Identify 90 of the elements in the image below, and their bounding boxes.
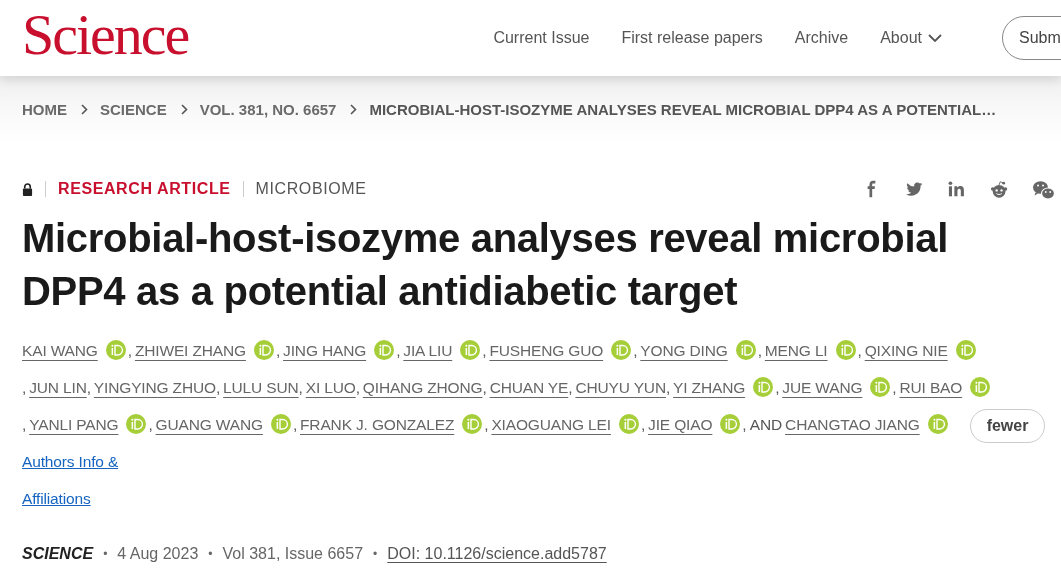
author-link[interactable]: XIAOGUANG LEI [491,416,611,433]
author-separator: , [22,416,27,433]
author-separator: , [484,416,489,433]
authors-info-link[interactable]: Authors Info & Affiliations [22,443,132,517]
author-separator: , [640,416,646,433]
author-link[interactable]: CHUYU YUN [575,379,666,396]
fewer-button[interactable]: fewer [969,408,1046,443]
volume-issue: Vol 381, Issue 6657 [222,545,364,563]
author-separator: , [355,379,360,396]
bullet-separator: • [103,547,108,561]
orcid-icon[interactable] [460,340,481,360]
doi-link[interactable]: DOI: 10.1126/science.add5787 [387,545,607,563]
reddit-icon[interactable] [990,179,1010,199]
author-link[interactable]: JIE QIAO [648,416,713,433]
author-link[interactable]: JUN LIN [29,379,87,396]
orcid-icon[interactable] [735,340,756,360]
bullet-separator: • [373,547,378,561]
subject-link[interactable]: MICROBIOME [255,180,367,198]
nav-link[interactable]: First release papers [621,29,763,47]
author-separator: , [215,379,221,396]
author-separator: , [22,379,27,396]
orcid-icon[interactable] [955,340,976,360]
author-link[interactable]: QIHANG ZHONG [362,379,483,396]
author-separator: , [275,342,281,359]
orcid-icon[interactable] [105,340,126,360]
author-separator: , [86,379,91,396]
author-separator: , [482,379,487,396]
author-separator: , [127,342,132,359]
author-link[interactable]: QIXING NIE [864,342,948,359]
publication-date: 4 Aug 2023 [117,545,199,563]
author-separator: , [298,379,303,396]
orcid-icon[interactable] [927,414,948,434]
author-link[interactable]: MENG LI [764,342,828,359]
chevron-right-icon [350,103,358,115]
author-link[interactable]: JING HANG [283,342,367,359]
submit-button[interactable]: Subm [1002,16,1061,60]
author-separator: , [633,342,638,359]
author-link[interactable]: JUE WANG [782,379,863,396]
orcid-icon[interactable] [611,340,632,360]
orcid-icon[interactable] [870,377,891,397]
author-link[interactable]: FRANK J. GONZALEZ [300,416,455,433]
author-link[interactable]: YI ZHANG [673,379,746,396]
orcid-icon[interactable] [374,340,395,360]
author-link[interactable]: CHANGTAO JIANG [785,416,920,433]
author-separator: , [857,342,862,359]
chevron-right-icon [180,103,188,115]
author-link[interactable]: YANLI PANG [29,416,119,433]
author-separator: , [292,416,298,433]
orcid-icon[interactable] [462,414,483,434]
author-separator: , [568,379,573,396]
author-link[interactable]: RUI BAO [899,379,963,396]
breadcrumb-link[interactable]: HOME [22,100,67,118]
author-separator: , AND [742,416,783,433]
orcid-icon[interactable] [970,377,991,397]
orcid-icon[interactable] [753,377,774,397]
wechat-icon[interactable] [1032,179,1055,199]
nav-link[interactable]: Archive [794,29,849,47]
science-logo[interactable]: Science [22,6,189,64]
author-separator: , [482,342,487,359]
author-separator: , [775,379,780,396]
nav-link[interactable]: About [880,29,942,47]
orcid-icon[interactable] [835,340,856,360]
author-separator: , [892,379,897,396]
author-link[interactable]: KAI WANG [22,342,98,359]
author-separator: , [148,416,153,433]
author-link[interactable]: YINGYING ZHUO [93,379,216,396]
journal-name: SCIENCE [22,545,94,563]
author-separator: , [665,379,671,396]
author-link[interactable]: XI LUO [305,379,356,396]
author-link[interactable]: ZHIWEI ZHANG [134,342,246,359]
author-link[interactable]: YONG DING [640,342,728,359]
current-page-crumb[interactable]: MICROBIAL-HOST-ISOZYME ANALYSES REVEAL MICROBIAL DPP4 AS A POTENTIAL… [369,100,997,118]
orcid-icon[interactable] [270,414,291,434]
author-link[interactable]: GUANG WANG [155,416,263,433]
author-link[interactable]: FUSHENG GUO [489,342,604,359]
author-link[interactable]: LULU SUN [223,379,299,396]
nav-link[interactable]: Current Issue [493,29,590,47]
orcid-icon[interactable] [253,340,274,360]
orcid-icon[interactable] [126,414,147,434]
article-type-link[interactable]: RESEARCH ARTICLE [58,180,231,198]
orcid-icon[interactable] [720,414,741,434]
chevron-right-icon [81,103,88,115]
article-title: Microbial-host-isozyme analyses reveal microbial DPP4 as a potential antidiabetic target [22,215,949,315]
breadcrumb-link[interactable]: SCIENCE [100,100,167,118]
breadcrumb-link[interactable]: VOL. 381, NO. 6657 [199,100,337,118]
author-separator: , [757,342,762,359]
author-link[interactable]: JIA LIU [403,342,453,359]
orcid-icon[interactable] [618,414,639,434]
bullet-separator: • [208,547,213,561]
author-separator: , [396,342,401,359]
